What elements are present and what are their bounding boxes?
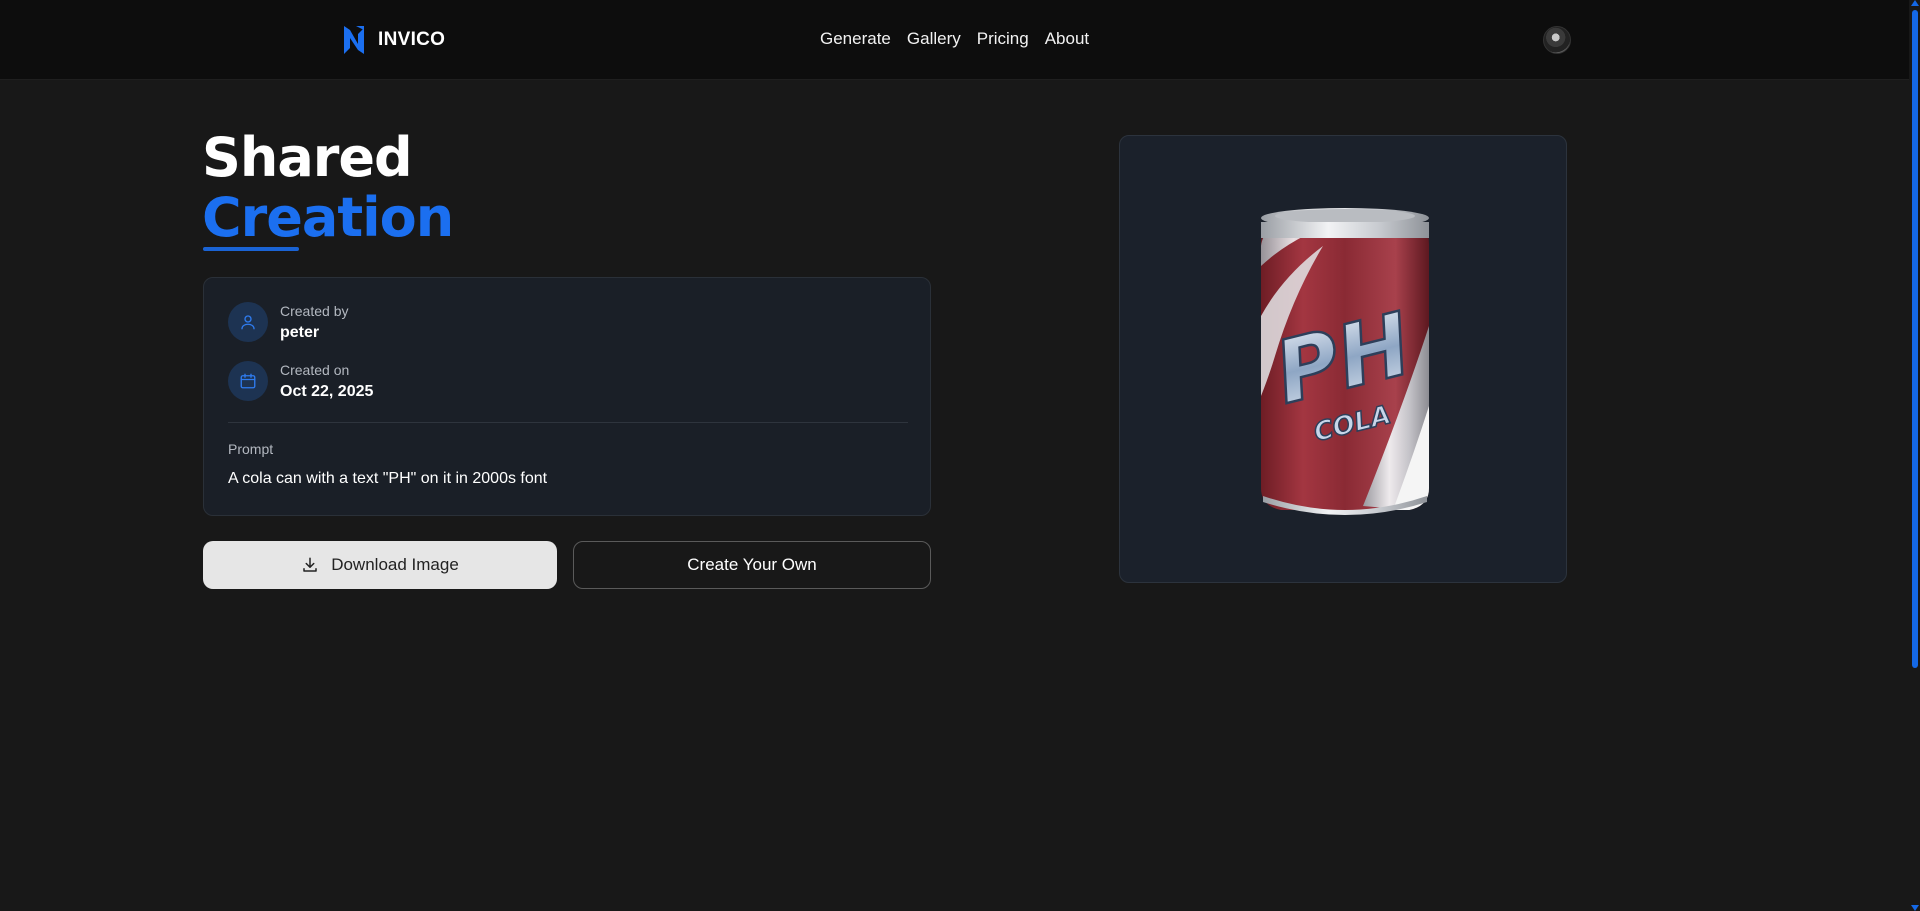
created-by-label: Created by xyxy=(280,302,349,319)
user-avatar[interactable] xyxy=(1543,26,1571,54)
download-image-label: Download Image xyxy=(331,555,459,574)
prompt-label: Prompt xyxy=(228,441,274,457)
nav-pricing[interactable]: Pricing xyxy=(977,29,1029,49)
created-by-row: Created by peter xyxy=(228,302,348,342)
scroll-up-icon[interactable] xyxy=(1911,0,1919,6)
prompt-text: A cola can with a text "PH" on it in 200… xyxy=(228,470,548,487)
user-icon xyxy=(228,302,268,342)
page-scrollbar[interactable] xyxy=(1909,0,1920,911)
scroll-down-icon[interactable] xyxy=(1911,905,1919,911)
nav-about[interactable]: About xyxy=(1045,29,1089,49)
top-navbar: INVICO Generate Gallery Pricing About xyxy=(0,0,1909,80)
creation-details-card: Created by peter Created on Oct 22, 2025… xyxy=(203,277,931,516)
generated-image-panel[interactable]: PH COLA xyxy=(1119,135,1567,583)
download-image-button[interactable]: Download Image xyxy=(203,541,557,589)
page-title: Shared Creation xyxy=(202,126,454,249)
created-on-row: Created on Oct 22, 2025 xyxy=(228,361,373,401)
brand[interactable]: INVICO xyxy=(342,24,445,56)
calendar-icon xyxy=(228,361,268,401)
cola-can-image: PH COLA xyxy=(1261,208,1429,515)
created-by-value: peter xyxy=(280,323,320,341)
card-divider xyxy=(228,422,908,423)
page-title-line2: Creation xyxy=(202,186,454,249)
main-nav: Generate Gallery Pricing About xyxy=(820,29,1089,49)
page-title-line1: Shared xyxy=(202,126,413,189)
created-on-label: Created on xyxy=(280,361,350,378)
title-underline xyxy=(203,247,299,251)
download-icon xyxy=(303,557,317,572)
create-your-own-label: Create Your Own xyxy=(687,555,817,574)
nav-generate[interactable]: Generate xyxy=(820,29,891,49)
scroll-thumb[interactable] xyxy=(1912,10,1918,668)
create-your-own-button[interactable]: Create Your Own xyxy=(573,541,931,589)
created-on-value: Oct 22, 2025 xyxy=(280,382,374,400)
brand-name: INVICO xyxy=(378,29,446,50)
invico-logo-icon xyxy=(344,26,364,54)
nav-gallery[interactable]: Gallery xyxy=(907,29,961,49)
